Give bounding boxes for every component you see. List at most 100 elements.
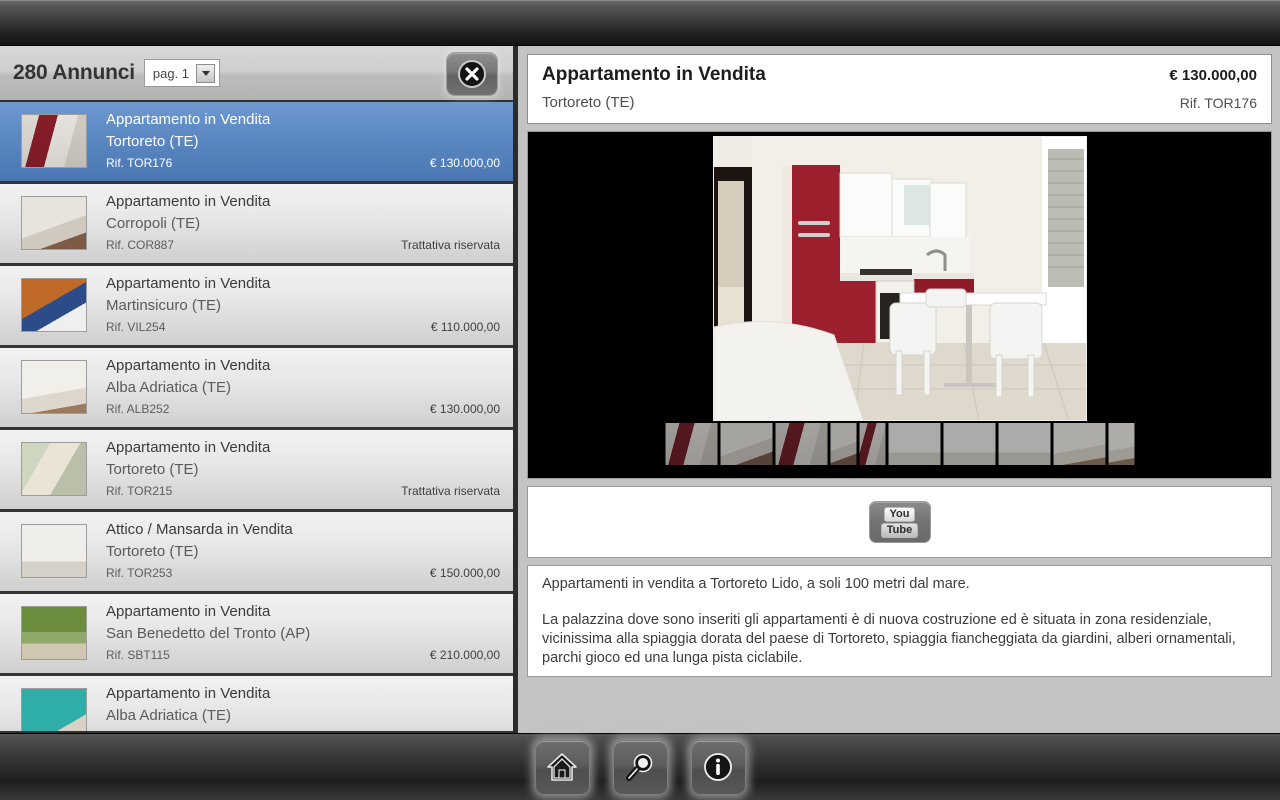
gallery-thumbnail[interactable] [720,423,772,465]
gallery-thumbnail-image [998,423,1050,465]
gallery-thumbnail-image [1053,423,1105,465]
listing-title: Attico / Mansarda in Vendita [106,521,293,538]
image-gallery [527,131,1272,479]
listing-title: Appartamento in Vendita [106,439,271,456]
description-paragraph-1: Appartamenti in vendita a Tortoreto Lido… [542,576,970,592]
listing-city: Tortoreto (TE) [106,543,199,560]
listing-row[interactable]: Appartamento in Vendita Tortoreto (TE) Rif… [0,102,513,184]
listing-thumbnail-image [22,689,86,731]
listing-ref: Rif. ALB252 [106,402,170,416]
info-icon [704,753,732,781]
listing-thumbnail [21,360,87,414]
listing-row[interactable]: Appartamento in Vendita Tortoreto (TE) Rif… [0,430,513,512]
gallery-thumbnail[interactable] [665,423,717,465]
gallery-thumbnail[interactable] [859,423,885,465]
listing-thumbnail-image [22,525,86,577]
detail-panel: Appartamento in Vendita Tortoreto (TE) €… [518,46,1280,733]
gallery-thumbnail-image [665,423,717,465]
listing-thumbnail [21,278,87,332]
listing-ref: Rif. VIL254 [106,320,166,334]
listing-thumbnail-image [22,197,86,249]
listings-panel: 280 Annunci pag. 1 Appartamento in Vendi… [0,46,513,733]
home-button[interactable] [534,739,590,795]
window-title-bar [0,0,1280,46]
search-button[interactable] [612,739,668,795]
video-section: You Tube [527,486,1272,558]
detail-city: Tortoreto (TE) [542,94,635,111]
listing-row[interactable]: Appartamento in Vendita Corropoli (TE) Rif… [0,184,513,266]
listing-city: Tortoreto (TE) [106,133,199,150]
gallery-thumbnail[interactable] [943,423,995,465]
listing-price: € 130.000,00 [429,156,500,170]
bottom-toolbar [0,733,1280,800]
listing-price: € 210.000,00 [429,648,500,662]
page-selector[interactable]: pag. 1 [143,59,221,87]
listing-thumbnail [21,688,87,731]
listing-title: Appartamento in Vendita [106,685,271,702]
search-icon [626,753,653,781]
listing-ref: Rif. COR887 [106,238,175,252]
detail-price: € 130.000,00 [1169,67,1257,84]
youtube-icon-bottom: Tube [880,522,919,538]
gallery-thumbnail-image [1108,423,1134,465]
listing-thumbnail-image [22,361,86,413]
detail-header: Appartamento in Vendita Tortoreto (TE) €… [527,54,1272,124]
listing-title: Appartamento in Vendita [106,357,271,374]
listing-title: Appartamento in Vendita [106,603,271,620]
listing-row[interactable]: Appartamento in Vendita Alba Adriatica (T… [0,348,513,430]
gallery-thumbnail[interactable] [888,423,940,465]
listing-price: € 110.000,00 [430,320,500,334]
listings-header: 280 Annunci pag. 1 [0,46,513,102]
gallery-thumbnail[interactable] [1053,423,1105,465]
gallery-thumbnail[interactable] [775,423,827,465]
detail-title: Appartamento in Vendita [542,64,766,85]
listing-city: Alba Adriatica (TE) [106,707,232,724]
listing-thumbnail [21,114,87,168]
listing-row[interactable]: Appartamento in Vendita Martinsicuro (TE)… [0,266,513,348]
close-button[interactable] [446,52,498,96]
kitchen-photo [713,137,1086,420]
home-icon [547,753,577,781]
listing-thumbnail-image [22,443,86,495]
youtube-button[interactable]: You Tube [868,501,931,543]
listing-thumbnail [21,524,87,578]
listing-city: Martinsicuro (TE) [106,297,222,314]
gallery-thumbnail-image [830,423,856,465]
description-paragraph-2: La palazzina dove sono inseriti gli appa… [542,612,1236,666]
gallery-thumbnail-strip[interactable] [665,423,1134,465]
gallery-thumbnail[interactable] [830,423,856,465]
listing-thumbnail [21,606,87,660]
listing-title: Appartamento in Vendita [106,275,271,292]
listing-city: Alba Adriatica (TE) [106,379,232,396]
listing-ref: Rif. TOR253 [106,566,173,580]
listing-row[interactable]: Appartamento in Vendita San Benedetto del… [0,594,513,676]
listing-city: Corropoli (TE) [106,215,201,232]
listing-city: Tortoreto (TE) [106,461,199,478]
gallery-thumbnail[interactable] [1108,423,1134,465]
listing-title: Appartamento in Vendita [106,111,271,128]
close-icon [458,60,486,88]
info-button[interactable] [690,739,746,795]
listing-row[interactable]: Appartamento in Vendita Alba Adriatica (T… [0,676,513,731]
listings-scroll-area[interactable]: Appartamento in Vendita Tortoreto (TE) Rif… [0,102,513,731]
chevron-down-icon[interactable] [196,63,216,83]
gallery-main-image[interactable] [712,136,1087,421]
listing-ref: Rif. SBT115 [106,648,170,662]
listing-price: € 130.000,00 [429,402,500,416]
app-window: 280 Annunci pag. 1 Appartamento in Vendi… [0,0,1280,800]
listing-row[interactable]: Attico / Mansarda in Vendita Tortoreto (T… [0,512,513,594]
listing-thumbnail-image [22,607,86,659]
youtube-icon-top: You [883,506,916,522]
gallery-thumbnail-image [943,423,995,465]
listing-title: Appartamento in Vendita [106,193,271,210]
listing-city: San Benedetto del Tronto (AP) [106,625,311,642]
listing-price: € 150.000,00 [429,566,500,580]
gallery-thumbnail-image [720,423,772,465]
listing-thumbnail [21,442,87,496]
gallery-thumbnail[interactable] [998,423,1050,465]
listing-ref: Rif. TOR176 [106,156,173,170]
listing-thumbnail-image [22,279,86,331]
description-section: Appartamenti in vendita a Tortoreto Lido… [527,565,1272,677]
page-selector-value: pag. 1 [152,65,190,81]
listing-price: Trattativa riservata [401,484,500,498]
